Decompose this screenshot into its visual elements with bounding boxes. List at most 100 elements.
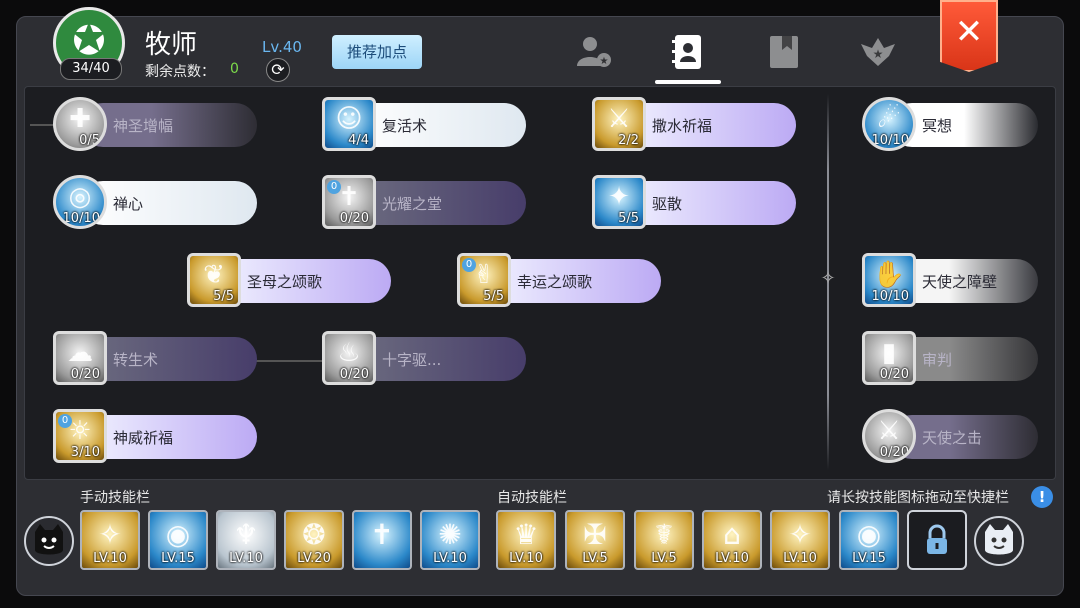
white-cat-button[interactable]: [974, 516, 1024, 566]
slot-level: LV.10: [433, 551, 467, 566]
slot-level: LV.10: [93, 551, 127, 566]
auto-slot[interactable]: ✧ LV.10: [770, 510, 830, 570]
skill-name: 天使之障壁: [922, 273, 998, 291]
skill-icon: ☺ 4/4: [322, 97, 376, 151]
reset-skills-button[interactable]: ⟳: [266, 58, 290, 82]
black-cat-button[interactable]: [24, 516, 74, 566]
drag-hint-text: 请长按技能图标拖动至快捷栏: [827, 490, 1009, 506]
auto-badge: 0: [462, 258, 476, 272]
skill-level: 5/5: [483, 289, 504, 304]
skill-angel-strike[interactable]: 天使之击 ⚔ 0/20: [862, 409, 1038, 465]
holy-cross-icon: ✠: [583, 518, 607, 551]
sword-slash-icon: ⚔: [607, 104, 631, 134]
skill-icon: ❦ 5/5: [187, 253, 241, 307]
spirits-icon: ☁: [67, 338, 93, 368]
manual-slot[interactable]: ✧ LV.10: [80, 510, 140, 570]
auto-slot[interactable]: ◉ LV.15: [839, 510, 899, 570]
skill-icon: ▮ 0/20: [862, 331, 916, 385]
skill-hymn-of-luck[interactable]: 幸运之颂歌 ✌ 0 5/5: [457, 253, 661, 309]
auto-slot[interactable]: ✠ LV.5: [565, 510, 625, 570]
skill-icon: ☄ 10/10: [862, 97, 916, 151]
locked-slot[interactable]: [907, 510, 967, 570]
skill-pill: [620, 181, 796, 225]
tab-book[interactable]: [764, 32, 804, 72]
manual-slot[interactable]: ♆ LV.10: [216, 510, 276, 570]
skill-icon: ✋ 10/10: [862, 253, 916, 307]
skill-meditation[interactable]: 冥想 ☄ 10/10: [862, 97, 1038, 153]
skill-icon: ✚ 0/5: [53, 97, 107, 151]
skill-name: 转生术: [113, 351, 159, 369]
ripple-icon: ◎: [68, 182, 92, 212]
svg-text:★: ★: [873, 47, 884, 61]
tab-emblem[interactable]: ★: [857, 32, 897, 72]
skill-level: 3/10: [70, 445, 100, 460]
skill-zen-heart[interactable]: 禅心 ◎ 10/10: [53, 175, 257, 231]
manual-slot[interactable]: ✝: [352, 510, 412, 570]
skill-name: 复活术: [382, 117, 428, 135]
golden-crown-icon: ♛: [513, 518, 539, 551]
remaining-points-value: 0: [230, 61, 239, 77]
slot-level: LV.5: [582, 551, 608, 566]
skill-hall-of-glory[interactable]: 光耀之堂 ✝ 0 0/20: [322, 175, 526, 231]
skill-icon: ✦ 5/5: [592, 175, 646, 229]
refresh-icon: ⟳: [271, 60, 285, 79]
skill-cross-exorcism[interactable]: 十字驱... ♨ 0/20: [322, 331, 526, 387]
skill-judgment[interactable]: 审判 ▮ 0/20: [862, 331, 1038, 387]
recommend-points-button[interactable]: 推荐加点: [332, 35, 422, 69]
flame-icon: ♨: [337, 338, 361, 368]
lock-icon: [927, 524, 947, 554]
manual-slot[interactable]: ◉ LV.15: [148, 510, 208, 570]
auto-slot[interactable]: ⌂ LV.10: [702, 510, 762, 570]
close-button[interactable]: ✕: [940, 0, 998, 72]
skill-dispel[interactable]: 驱散 ✦ 5/5: [592, 175, 796, 231]
skill-level: 10/10: [62, 211, 100, 226]
manual-slot[interactable]: ✺ LV.10: [420, 510, 480, 570]
skill-name: 驱散: [652, 195, 683, 213]
skill-icon: ◎ 10/10: [53, 175, 107, 229]
user-star-icon: ★: [577, 37, 611, 67]
skill-hymn-of-mother[interactable]: 圣母之颂歌 ❦ 5/5: [187, 253, 391, 309]
skill-holy-amplify[interactable]: 神圣增幅 ✚ 0/5: [53, 97, 257, 153]
skill-icon: ✝ 0 0/20: [322, 175, 376, 229]
auto-slot[interactable]: ☤ LV.5: [634, 510, 694, 570]
svg-text:★: ★: [600, 56, 609, 67]
job-title: 牧师: [145, 30, 198, 60]
slot-level: LV.10: [229, 551, 263, 566]
auto-slot[interactable]: ♛ LV.10: [496, 510, 556, 570]
skill-pill: [81, 181, 257, 225]
skill-icon: ☁ 0/20: [53, 331, 107, 385]
temple-icon: ⌂: [723, 518, 741, 551]
sparkle-icon: ✦: [608, 182, 630, 212]
skill-divine-blessing[interactable]: 神威祈福 ☼ 0 3/10: [53, 409, 257, 465]
angel-halo-icon: ☺: [335, 104, 363, 134]
black-cat-icon: [35, 524, 63, 555]
manual-slot[interactable]: ❂ LV.20: [284, 510, 344, 570]
skill-level: 0/20: [339, 367, 369, 382]
slot-level: LV.10: [715, 551, 749, 566]
skill-level: 0/20: [70, 367, 100, 382]
skill-level: 10/10: [871, 133, 909, 148]
skill-name: 光耀之堂: [382, 195, 443, 213]
skill-points-used: 34/40: [60, 58, 122, 80]
auto-badge: 0: [58, 414, 72, 428]
skill-level: 5/5: [618, 211, 639, 226]
skill-resurrection[interactable]: 复活术 ☺ 4/4: [322, 97, 526, 153]
tab-character[interactable]: ★: [574, 32, 614, 72]
skill-name: 审判: [922, 351, 953, 369]
skill-sprinkle-blessing[interactable]: 撒水祈福 ⚔ 2/2: [592, 97, 796, 153]
skill-level: 4/4: [348, 133, 369, 148]
wing-shield-icon: ☤: [654, 518, 674, 551]
skill-name: 幸运之颂歌: [517, 273, 593, 291]
tab-skills[interactable]: [668, 32, 708, 72]
skill-level: 2/2: [618, 133, 639, 148]
winged-spirit-icon: ❦: [203, 260, 225, 290]
skill-angel-barrier[interactable]: 天使之障壁 ✋ 10/10: [862, 253, 1038, 309]
info-icon[interactable]: !: [1031, 486, 1053, 508]
skill-name: 神威祈福: [113, 429, 174, 447]
skill-icon: ✌ 0 5/5: [457, 253, 511, 307]
skill-icon: ⚔ 0/20: [862, 409, 916, 463]
skill-name: 禅心: [113, 195, 144, 213]
active-tab-indicator: [655, 80, 721, 84]
skill-reincarnation[interactable]: 转生术 ☁ 0/20: [53, 331, 257, 387]
skill-level: 0/5: [79, 133, 100, 148]
